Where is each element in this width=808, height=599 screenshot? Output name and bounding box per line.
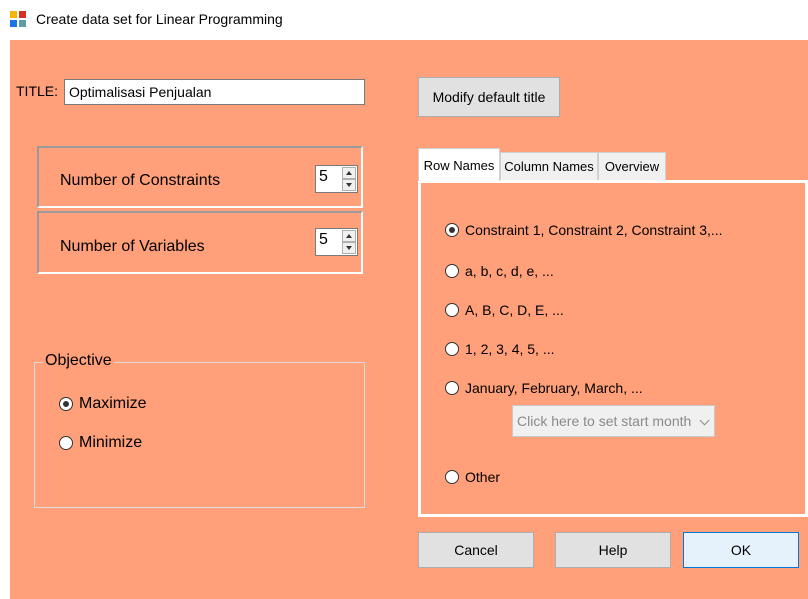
- spin-down-icon[interactable]: [342, 179, 356, 191]
- row-name-option-label: January, February, March, ...: [465, 380, 643, 396]
- radio-unchecked-icon[interactable]: [445, 303, 459, 317]
- row-name-option-label: 1, 2, 3, 4, 5, ...: [465, 341, 555, 357]
- modify-default-title-button[interactable]: Modify default title: [418, 77, 560, 117]
- row-name-option-lowercase[interactable]: a, b, c, d, e, ...: [445, 263, 554, 279]
- tab-column-names[interactable]: Column Names: [500, 152, 598, 180]
- constraints-label: Number of Constraints: [60, 172, 221, 189]
- help-button[interactable]: Help: [555, 532, 671, 568]
- constraints-stepper[interactable]: 5: [315, 165, 358, 193]
- radio-unchecked-icon[interactable]: [445, 342, 459, 356]
- start-month-placeholder: Click here to set start month: [517, 413, 692, 429]
- row-name-option-other[interactable]: Other: [445, 469, 500, 485]
- tab-row-names[interactable]: Row Names: [418, 148, 500, 181]
- radio-unchecked-icon[interactable]: [59, 436, 73, 450]
- constraints-value: 5: [319, 168, 328, 185]
- row-name-option-label: a, b, c, d, e, ...: [465, 263, 554, 279]
- spin-up-icon[interactable]: [342, 230, 356, 242]
- row-name-option-constraint[interactable]: Constraint 1, Constraint 2, Constraint 3…: [445, 222, 723, 238]
- variables-value: 5: [319, 231, 328, 248]
- radio-unchecked-icon[interactable]: [445, 381, 459, 395]
- objective-groupbox: Objective Maximize Minimize: [34, 352, 365, 508]
- cancel-button[interactable]: Cancel: [418, 532, 534, 568]
- variables-stepper[interactable]: 5: [315, 228, 358, 256]
- objective-legend: Objective: [43, 352, 114, 370]
- row-name-option-numbers[interactable]: 1, 2, 3, 4, 5, ...: [445, 341, 555, 357]
- row-names-tab-panel: Constraint 1, Constraint 2, Constraint 3…: [418, 180, 808, 517]
- variables-label: Number of Variables: [60, 238, 205, 255]
- dialog-client-area: TITLE: Modify default title Number of Co…: [10, 40, 808, 599]
- tab-overview[interactable]: Overview: [598, 152, 666, 180]
- row-name-option-label: Constraint 1, Constraint 2, Constraint 3…: [465, 222, 723, 238]
- row-name-option-label: Other: [465, 469, 501, 485]
- chevron-down-icon: [699, 415, 710, 426]
- radio-checked-icon[interactable]: [59, 397, 73, 411]
- minimize-label: Minimize: [79, 434, 143, 451]
- constraints-panel: Number of Constraints 5: [37, 146, 363, 208]
- row-name-option-months[interactable]: January, February, March, ...: [445, 380, 643, 396]
- form-window-icon: [10, 11, 26, 27]
- minimize-radio[interactable]: Minimize: [59, 434, 142, 452]
- radio-unchecked-icon[interactable]: [445, 470, 459, 484]
- ok-button[interactable]: OK: [683, 532, 799, 568]
- variables-panel: Number of Variables 5: [37, 211, 363, 274]
- radio-checked-icon[interactable]: [445, 223, 459, 237]
- start-month-select[interactable]: Click here to set start month: [512, 405, 715, 437]
- title-input[interactable]: [64, 79, 365, 105]
- maximize-label: Maximize: [79, 395, 147, 412]
- spin-down-icon[interactable]: [342, 242, 356, 254]
- row-name-option-label: A, B, C, D, E, ...: [465, 302, 564, 318]
- row-name-option-uppercase[interactable]: A, B, C, D, E, ...: [445, 302, 564, 318]
- spin-up-icon[interactable]: [342, 167, 356, 179]
- radio-unchecked-icon[interactable]: [445, 264, 459, 278]
- maximize-radio[interactable]: Maximize: [59, 395, 147, 413]
- title-label: TITLE:: [16, 83, 59, 99]
- window-title: Create data set for Linear Programming: [36, 11, 283, 27]
- title-bar: Create data set for Linear Programming: [0, 0, 808, 40]
